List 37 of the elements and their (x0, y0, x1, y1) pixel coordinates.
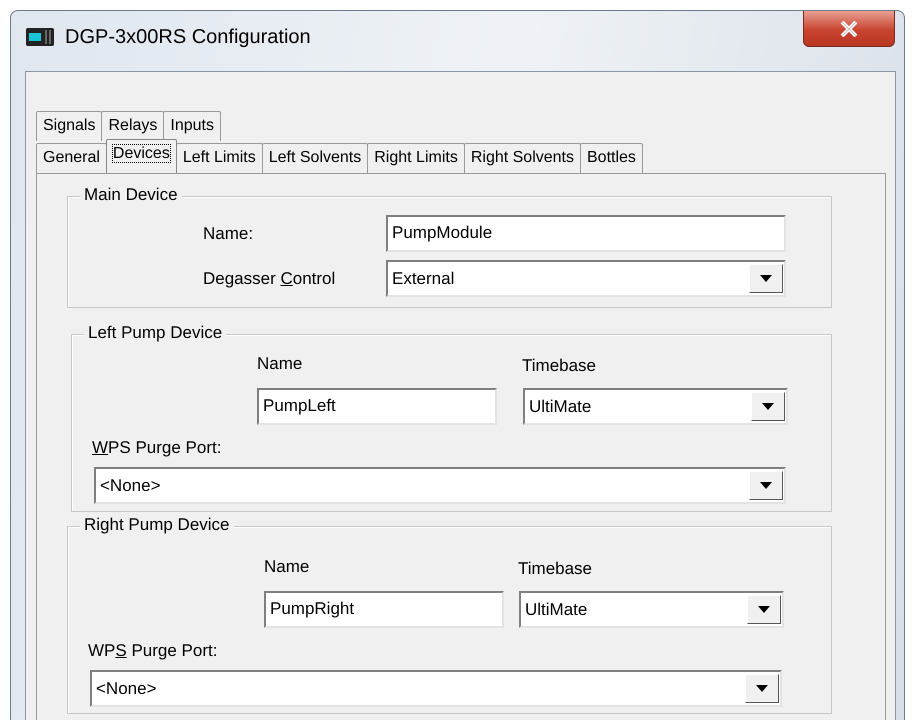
close-icon (840, 20, 858, 36)
caret-icon (756, 685, 768, 692)
dropdown[interactable]: <None> (90, 670, 782, 707)
caret-icon (760, 482, 772, 489)
caret-icon (762, 403, 774, 410)
close-button[interactable] (803, 11, 895, 47)
text-field[interactable]: PumpLeft (257, 388, 497, 425)
caret-icon (760, 275, 772, 282)
field-label: Name (264, 556, 310, 578)
dropdown[interactable]: External (386, 260, 786, 297)
tab[interactable]: Signals (36, 111, 102, 141)
field-label: Degasser Control (203, 268, 336, 290)
field-label: WPS Purge Port: (88, 640, 218, 662)
group-title: Left Pump Device (84, 323, 226, 343)
caret-icon (758, 606, 770, 613)
dropdown-arrow-button[interactable] (749, 471, 783, 500)
text-field[interactable]: PumpRight (264, 591, 504, 628)
tab[interactable]: General (36, 143, 107, 173)
field-label: Name: (203, 222, 254, 244)
dropdown-arrow-button[interactable] (745, 674, 779, 703)
dropdown[interactable]: <None> (94, 467, 786, 504)
device-icon (25, 26, 55, 48)
dropdown-arrow-button[interactable] (749, 264, 783, 293)
dropdown-arrow-button[interactable] (747, 595, 781, 624)
dropdown[interactable]: UltiMate (523, 388, 788, 425)
tab[interactable]: Devices (106, 139, 177, 173)
dropdown[interactable]: UltiMate (519, 591, 784, 628)
tab[interactable]: Bottles (580, 143, 643, 173)
tab[interactable]: Inputs (163, 111, 221, 141)
group-title: Right Pump Device (80, 515, 234, 535)
dropdown-arrow-button[interactable] (751, 392, 785, 421)
field-label: Timebase (522, 355, 596, 377)
text-field[interactable]: PumpModule (386, 215, 786, 252)
window-title: DGP-3x00RS Configuration (65, 25, 311, 50)
field-label: Timebase (518, 558, 592, 580)
field-label: Name (257, 353, 302, 375)
field-label: WPS Purge Port: (92, 437, 222, 459)
